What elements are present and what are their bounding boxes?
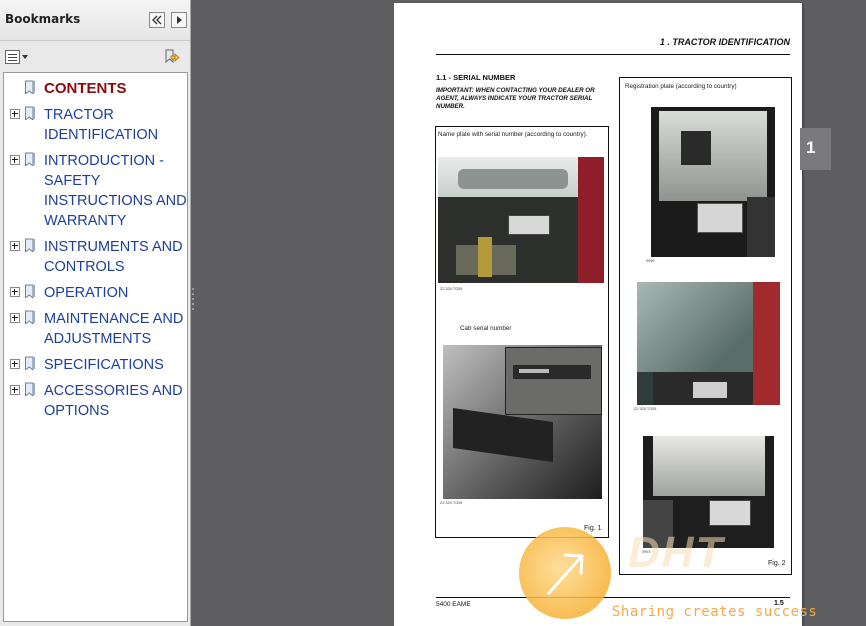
bookmarks-panel: Bookmarks CONTENTS TRACTOR IDENTIFICATION… (0, 0, 194, 626)
bookmark-icon (25, 382, 35, 396)
expand-plus-icon[interactable] (10, 359, 20, 369)
bookmark-icon (25, 310, 35, 324)
bookmark-icon (25, 356, 35, 370)
double-chevron-left-icon (152, 15, 162, 25)
bookmark-icon (25, 152, 35, 166)
caption-registration-plate: Registration plate (according to country… (625, 83, 737, 90)
bookmarks-toolbar (0, 44, 190, 68)
bookmark-icon (25, 284, 35, 298)
page-header: 1 . TRACTOR IDENTIFICATION (659, 37, 790, 47)
expand-plus-icon[interactable] (10, 385, 20, 395)
panel-splitter[interactable] (192, 288, 195, 312)
section-title: 1.1 - SERIAL NUMBER (436, 73, 516, 82)
bookmark-label: ACCESSORIES AND OPTIONS (44, 383, 183, 419)
section-note: IMPORTANT: WHEN CONTACTING YOUR DEALER O… (436, 87, 595, 110)
bookmark-label: MAINTENANCE AND ADJUSTMENTS (44, 311, 184, 347)
photo-code-4: Z2.320.TG05 (634, 407, 657, 411)
bookmark-label: TRACTOR IDENTIFICATION (44, 107, 159, 143)
panel-title: Bookmarks (5, 12, 81, 26)
photo-code-2: Z2.320.TG05 (440, 501, 463, 505)
footer-rule (436, 597, 790, 598)
bookmark-label: SPECIFICATIONS (44, 357, 164, 373)
registration-plate-photo-1 (651, 107, 775, 257)
arrow-up-right-icon (547, 553, 584, 595)
figure-2-box: Registration plate (according to country… (619, 77, 792, 575)
chapter-tab: 1 (800, 128, 831, 170)
registration-plate-photo-2 (637, 282, 780, 405)
header-rule (436, 54, 790, 55)
caption-cab-serial: Cab serial number (460, 325, 512, 332)
bookmark-icon (25, 80, 35, 94)
bookmark-icon (25, 238, 35, 252)
bookmark-label: CONTENTS (44, 80, 127, 97)
expand-bookmark-button[interactable] (162, 48, 180, 66)
figure-2-label: Fig. 2 (768, 560, 786, 567)
options-menu-button[interactable] (5, 49, 31, 65)
panel-header: Bookmarks (0, 0, 190, 41)
watermark-logo-circle (519, 527, 611, 619)
expand-plus-icon[interactable] (10, 313, 20, 323)
photo-code-1: Z2.320.TG05 (440, 287, 463, 291)
name-plate-photo (438, 157, 604, 283)
cab-serial-photo (443, 345, 602, 499)
watermark-logo-text: DHT (628, 528, 725, 577)
caption-name-plate: Name plate with serial number (according… (438, 131, 588, 138)
photo-code-3: 0996 (646, 259, 655, 263)
bookmark-tree: CONTENTS TRACTOR IDENTIFICATION INTRODUCTI… (3, 72, 188, 622)
expand-bookmark-icon (165, 49, 180, 64)
watermark-tagline: Sharing creates success (612, 604, 818, 620)
bookmark-label: INSTRUMENTS AND CONTROLS (44, 239, 183, 275)
bookmark-label: OPERATION (44, 285, 129, 301)
footer-model: 5400 EAME (436, 601, 471, 608)
close-panel-button[interactable] (171, 12, 187, 28)
expand-plus-icon[interactable] (10, 155, 20, 165)
figure-1-box: Name plate with serial number (according… (435, 126, 609, 538)
options-menu-icon (5, 50, 20, 64)
bookmark-icon (25, 106, 35, 120)
expand-plus-icon[interactable] (10, 241, 20, 251)
chevron-down-icon (22, 55, 28, 59)
expand-plus-icon[interactable] (10, 287, 20, 297)
bookmark-label: INTRODUCTION - SAFETY INSTRUCTIONS AND W… (44, 153, 187, 229)
expand-plus-icon[interactable] (10, 109, 20, 119)
collapse-panel-button[interactable] (149, 12, 165, 28)
chevron-right-icon (177, 16, 182, 24)
